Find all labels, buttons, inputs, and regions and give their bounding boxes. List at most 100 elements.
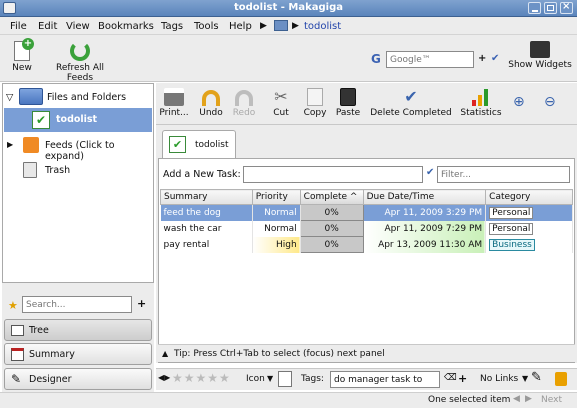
edit-icon[interactable]: ✎ xyxy=(531,370,542,385)
icon-label[interactable]: Icon xyxy=(246,374,265,384)
refresh-icon xyxy=(70,41,90,61)
google-icon[interactable]: G xyxy=(371,52,381,66)
table-row[interactable]: pay rental High 0% Apr 13, 2009 11:30 AM… xyxy=(160,236,573,253)
column-priority[interactable]: Priority xyxy=(251,189,301,205)
redo-icon xyxy=(235,90,253,106)
task-priority[interactable]: Normal xyxy=(252,220,301,237)
add-task-checkmark-icon[interactable]: ✔ xyxy=(426,167,434,178)
new-task-input[interactable] xyxy=(243,166,423,183)
column-due-date[interactable]: Due Date/Time xyxy=(362,189,487,205)
menu-help[interactable]: Help xyxy=(229,21,252,32)
print-button[interactable]: Print... xyxy=(159,88,189,118)
task-complete[interactable]: 0% xyxy=(299,236,364,253)
zoom-out-icon[interactable]: ⊖ xyxy=(544,94,556,110)
designer-tab-label: Designer xyxy=(29,374,72,385)
undo-button[interactable]: Undo xyxy=(197,88,225,118)
new-button[interactable]: + New xyxy=(6,38,38,73)
copy-button[interactable]: Copy xyxy=(300,88,330,118)
cut-button[interactable]: ✂ Cut xyxy=(267,87,295,119)
search-engine-input[interactable] xyxy=(386,51,474,68)
undo-icon xyxy=(202,90,220,106)
task-category[interactable]: Personal xyxy=(485,220,573,237)
lock-icon[interactable] xyxy=(555,372,567,386)
tree-tab-button[interactable]: Tree xyxy=(4,319,152,341)
menu-edit[interactable]: Edit xyxy=(38,21,57,32)
add-search-icon[interactable]: + xyxy=(478,53,486,64)
tree-item-todolist[interactable]: ✔ todolist xyxy=(4,108,152,132)
close-button[interactable]: × xyxy=(560,1,573,14)
task-due-date[interactable]: Apr 11, 2009 7:29 PM xyxy=(363,220,487,237)
toggle-arrow-icon[interactable]: ◀▶ xyxy=(158,373,170,382)
delete-completed-button[interactable]: ✔ Delete Completed xyxy=(370,88,452,119)
table-row[interactable]: wash the car Normal 0% Apr 11, 2009 7:29… xyxy=(160,220,573,237)
tab-todolist[interactable]: ✔ todolist xyxy=(162,130,236,158)
menu-view[interactable]: View xyxy=(66,21,90,32)
collapse-arrow-icon[interactable]: ▲ xyxy=(162,349,168,358)
task-due-date[interactable]: Apr 11, 2009 3:29 PM xyxy=(363,204,487,221)
next-arrow-icon[interactable]: ▶ xyxy=(525,394,532,404)
new-label: New xyxy=(12,63,32,73)
next-button[interactable]: Next xyxy=(541,395,562,405)
minimize-button[interactable] xyxy=(528,2,541,14)
checkmark-icon[interactable]: ✔ xyxy=(491,53,499,64)
summary-tab-button[interactable]: Summary xyxy=(4,343,152,365)
previous-icon[interactable]: ◀ xyxy=(513,394,520,404)
copy-label: Copy xyxy=(303,108,327,118)
task-due-date[interactable]: Apr 13, 2009 11:30 AM xyxy=(363,236,487,253)
folder-icon[interactable] xyxy=(274,20,288,31)
expand-arrow-icon[interactable]: ▶ xyxy=(7,140,13,149)
column-summary[interactable]: Summary xyxy=(160,189,253,205)
task-complete[interactable]: 0% xyxy=(299,204,364,221)
menu-bookmarks[interactable]: Bookmarks xyxy=(98,21,154,32)
tree-item-trash[interactable]: Trash xyxy=(45,165,70,176)
search-input[interactable] xyxy=(22,296,132,313)
task-priority[interactable]: Normal xyxy=(252,204,301,221)
column-complete[interactable]: Complete ^ xyxy=(299,189,364,205)
clear-tags-icon[interactable]: ⌫ xyxy=(444,373,457,383)
redo-button[interactable]: Redo xyxy=(230,88,258,118)
task-summary[interactable]: feed the dog xyxy=(160,204,253,221)
statistics-button[interactable]: Statistics xyxy=(458,88,504,118)
add-bookmark-icon[interactable]: + xyxy=(137,297,146,310)
main-toolbar: + New Refresh All Feeds G + ✔ Show Widge… xyxy=(0,35,577,83)
breadcrumb[interactable]: todolist xyxy=(304,21,341,32)
refresh-all-feeds-button[interactable]: Refresh All Feeds xyxy=(42,41,118,83)
add-tag-icon[interactable]: + xyxy=(458,372,467,385)
scissors-icon: ✂ xyxy=(274,87,288,106)
star-icon[interactable]: ★ xyxy=(8,299,18,312)
tree-item-feeds[interactable]: Feeds (Click to expand) xyxy=(45,140,153,162)
new-note-icon[interactable] xyxy=(278,371,292,387)
designer-tab-button[interactable]: ✎ Designer xyxy=(4,368,152,390)
tree-tab-label: Tree xyxy=(29,325,49,336)
task-table[interactable]: Summary Priority Complete ^ Due Date/Tim… xyxy=(160,189,573,253)
column-category[interactable]: Category xyxy=(485,189,573,205)
undo-label: Undo xyxy=(199,108,223,118)
task-summary[interactable]: pay rental xyxy=(160,236,253,253)
dropdown-arrow-icon[interactable]: ▼ xyxy=(267,374,273,383)
tags-input[interactable] xyxy=(330,371,440,388)
collapse-arrow-icon[interactable]: ▽ xyxy=(6,92,13,103)
task-summary[interactable]: wash the car xyxy=(160,220,253,237)
links-label[interactable]: No Links xyxy=(480,374,518,384)
menu-tags[interactable]: Tags xyxy=(161,21,183,32)
tree-item-files-and-folders[interactable]: Files and Folders xyxy=(47,92,126,103)
maximize-button[interactable] xyxy=(544,2,557,14)
menu-tools[interactable]: Tools xyxy=(194,21,219,32)
tags-label: Tags: xyxy=(301,374,324,384)
table-row[interactable]: feed the dog Normal 0% Apr 11, 2009 3:29… xyxy=(160,204,573,221)
refresh-label: Refresh All Feeds xyxy=(55,63,104,83)
filter-input[interactable] xyxy=(437,166,570,183)
task-category[interactable]: Personal xyxy=(485,204,573,221)
zoom-in-icon[interactable]: ⊕ xyxy=(513,94,525,110)
task-priority[interactable]: High xyxy=(252,236,301,253)
paste-button[interactable]: Paste xyxy=(333,88,363,118)
task-complete[interactable]: 0% xyxy=(299,220,364,237)
show-widgets-button[interactable]: Show Widgets xyxy=(508,41,572,70)
widgets-icon xyxy=(530,41,550,58)
menu-file[interactable]: File xyxy=(10,21,27,32)
left-panel: ▽ Files and Folders ✔ todolist ▶ Feeds (… xyxy=(2,83,154,406)
tree-view[interactable]: ▽ Files and Folders ✔ todolist ▶ Feeds (… xyxy=(2,83,154,283)
rating-stars[interactable]: ★★★★★ xyxy=(172,371,231,385)
task-category[interactable]: Business xyxy=(485,236,573,253)
dropdown-arrow-icon[interactable]: ▼ xyxy=(522,374,528,383)
